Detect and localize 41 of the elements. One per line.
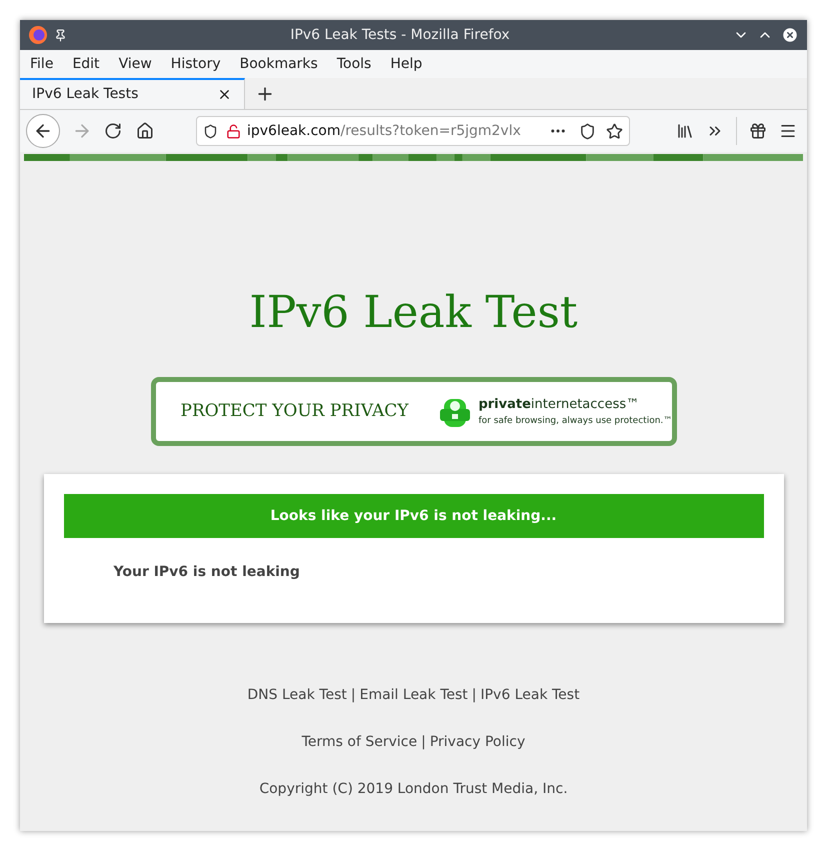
window-title: IPv6 Leak Tests - Mozilla Firefox (289, 26, 511, 44)
menu-item[interactable]: Edit (72, 54, 100, 74)
reload-icon[interactable] (104, 122, 122, 140)
close-tab-icon[interactable] (217, 87, 232, 102)
library-icon[interactable] (676, 122, 694, 140)
status-banner: Looks like your IPv6 is not leaking... (64, 494, 764, 538)
banner-slogan: PROTECT YOUR PRIVACY (180, 400, 408, 423)
insecure-lock-icon[interactable] (226, 124, 241, 138)
bookmark-star-icon[interactable] (606, 122, 623, 140)
menu-item[interactable]: Bookmarks (240, 54, 318, 74)
link-separator: | (472, 686, 476, 705)
ad-banner[interactable]: PROTECT YOUR PRIVACY privateinternetaccess™ for safe browsing, always use protection.™ (150, 377, 676, 446)
home-icon[interactable] (136, 122, 154, 140)
back-button[interactable] (26, 114, 60, 148)
footer-link[interactable]: Terms of Service (302, 732, 418, 753)
result-detail: Your IPv6 is not leaking (114, 563, 301, 582)
pocket-icon[interactable] (579, 122, 596, 140)
footer-link[interactable]: IPv6 Leak Test (480, 685, 580, 706)
menu-item[interactable]: View (118, 54, 152, 74)
menu-item[interactable]: Help (390, 54, 422, 74)
brand-name: privateinternetaccess™ (478, 396, 640, 414)
link-separator: | (350, 686, 356, 705)
gift-icon[interactable] (749, 122, 767, 140)
footer-link[interactable]: Email Leak Test (360, 685, 468, 706)
firefox-logo-icon (28, 25, 48, 45)
menu-icon[interactable] (779, 122, 797, 140)
menu-item[interactable]: File (30, 54, 54, 74)
close-icon[interactable] (781, 26, 799, 44)
footer-link[interactable]: DNS Leak Test (247, 685, 347, 706)
page-heading: IPv6 Leak Test (249, 286, 578, 340)
footer-link[interactable]: Privacy Policy (430, 732, 526, 753)
brand-tagline: for safe browsing, always use protection.™ (478, 414, 672, 428)
copyright-text: Copyright (C) 2019 London Trust Media, Inc. (259, 780, 568, 799)
menu-item[interactable]: History (170, 54, 221, 74)
menu-item[interactable]: Tools (336, 54, 372, 74)
pin-icon[interactable] (54, 28, 67, 42)
shield-icon[interactable] (203, 124, 218, 138)
url-text: ipv6leak.com/results?token=r5jgm2vlx (247, 122, 522, 140)
browser-tab[interactable]: IPv6 Leak Tests (20, 78, 245, 109)
link-separator: | (421, 733, 426, 752)
address-bar[interactable]: ipv6leak.com/results?token=r5jgm2vlx (196, 116, 630, 146)
